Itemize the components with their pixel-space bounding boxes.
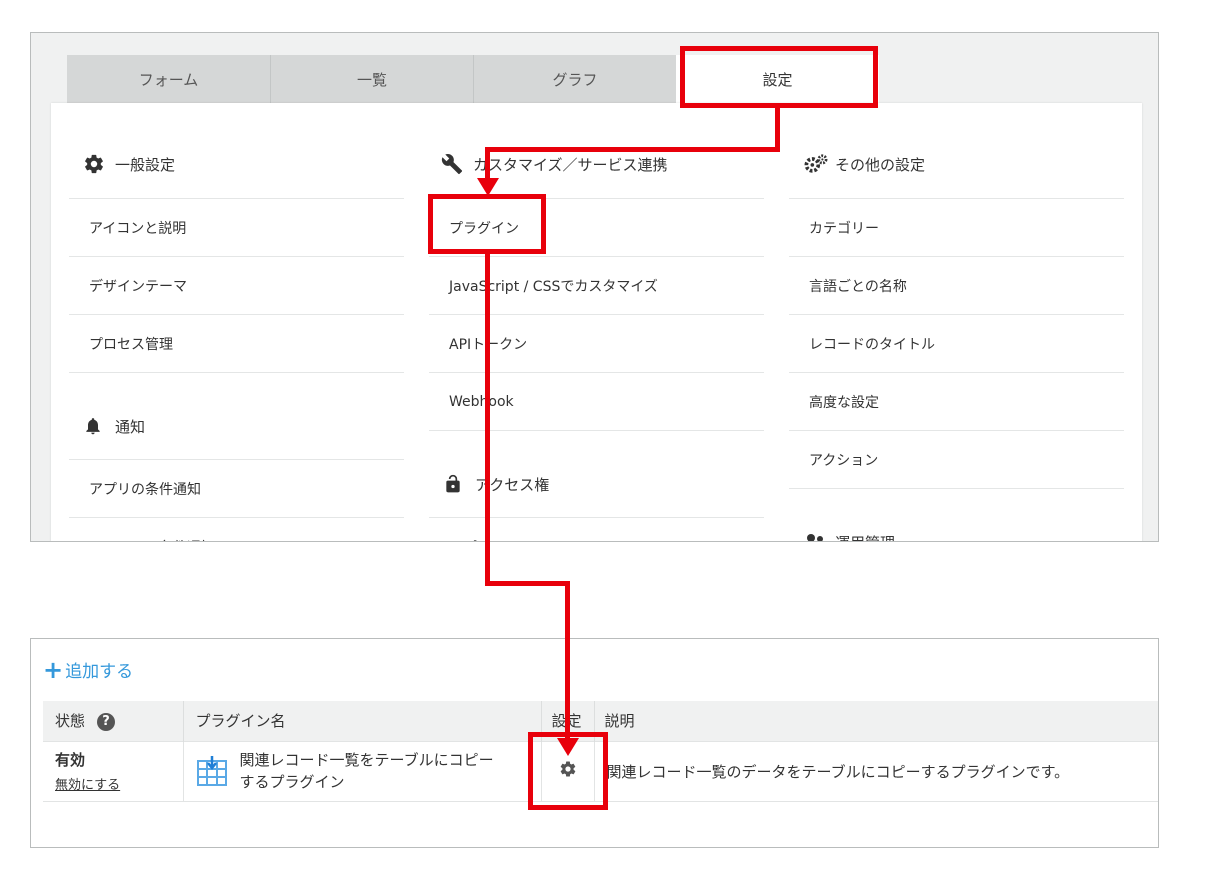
section-customize: カスタマイズ／サービス連携 <box>441 153 668 175</box>
header-status-label: 状態 <box>55 712 86 731</box>
annotation-box-plugin <box>428 194 546 254</box>
menu-api-token[interactable]: APIトークン <box>429 314 764 372</box>
annotation-box-settings-tab <box>680 46 878 108</box>
section-notify-title: 通知 <box>115 417 146 436</box>
menu-webhook[interactable]: Webhook <box>429 372 764 430</box>
divider <box>429 430 764 431</box>
annotation-line <box>565 581 570 741</box>
menu-process-management[interactable]: プロセス管理 <box>69 314 404 372</box>
settings-card: 一般設定 アイコンと説明 デザインテーマ プロセス管理 通知 アプリの条件通知 … <box>51 103 1142 542</box>
menu-app-access[interactable]: アプリ <box>429 517 764 541</box>
bell-icon <box>83 415 109 437</box>
section-operations: 運用管理 <box>803 531 895 542</box>
plugin-table-icon <box>196 755 228 791</box>
section-operations-title: 運用管理 <box>835 532 895 542</box>
menu-language-names[interactable]: 言語ごとの名称 <box>789 256 1124 314</box>
tab-graph[interactable]: グラフ <box>473 55 676 103</box>
header-status: 状態? <box>43 701 184 741</box>
menu-advanced-settings[interactable]: 高度な設定 <box>789 372 1124 430</box>
annotation-box-settings-gear <box>528 732 608 810</box>
section-access: アクセス権 <box>443 473 549 495</box>
tab-list[interactable]: 一覧 <box>270 55 473 103</box>
gear-icon <box>83 153 109 175</box>
section-general: 一般設定 <box>83 153 175 175</box>
gears-icon <box>803 153 829 175</box>
menu-design-theme[interactable]: デザインテーマ <box>69 256 404 314</box>
section-other: その他の設定 <box>803 153 925 175</box>
plus-icon: + <box>43 655 64 684</box>
status-enabled: 有効 <box>55 751 86 769</box>
menu-action[interactable]: アクション <box>789 430 1124 488</box>
people-icon <box>803 531 829 541</box>
plugin-name: 関連レコード一覧をテーブルにコピー するプラグイン <box>239 751 494 791</box>
add-plugin-link[interactable]: + 追加する <box>43 655 134 684</box>
annotation-line <box>485 581 570 586</box>
divider <box>789 488 1124 489</box>
annotation-line <box>485 147 780 152</box>
app-settings-screenshot: フォーム 一覧 グラフ 設定 一般設定 アイコンと説明 デザインテーマ プロセス… <box>30 32 1159 542</box>
divider <box>69 372 404 373</box>
section-other-title: その他の設定 <box>835 155 926 174</box>
description-cell: 関連レコード一覧のデータをテーブルにコピーするプラグインです。 <box>594 740 1158 802</box>
menu-app-notification[interactable]: アプリの条件通知 <box>69 459 404 517</box>
disable-link[interactable]: 無効にする <box>55 774 183 793</box>
header-plugin-name: プラグイン名 <box>183 701 542 741</box>
section-customize-title: カスタマイズ／サービス連携 <box>473 155 668 174</box>
header-description: 説明 <box>594 701 1158 741</box>
menu-icon-description[interactable]: アイコンと説明 <box>69 198 404 256</box>
unlock-icon <box>443 473 469 495</box>
section-general-title: 一般設定 <box>115 155 176 174</box>
menu-category[interactable]: カテゴリー <box>789 198 1124 256</box>
plugin-name-cell: 関連レコード一覧をテーブルにコピー するプラグイン <box>183 740 542 802</box>
menu-record-title[interactable]: レコードのタイトル <box>789 314 1124 372</box>
status-cell: 有効 無効にする <box>43 740 184 802</box>
annotation-line <box>485 254 490 586</box>
tab-form[interactable]: フォーム <box>67 55 270 103</box>
section-notify: 通知 <box>83 415 145 437</box>
wrench-icon <box>441 153 467 175</box>
add-plugin-label: 追加する <box>65 662 134 682</box>
menu-js-css-customize[interactable]: JavaScript / CSSでカスタマイズ <box>429 256 764 314</box>
annotation-line <box>775 108 780 151</box>
help-icon[interactable]: ? <box>97 712 116 731</box>
menu-record-notification[interactable]: レコードの条件通知 <box>69 517 404 541</box>
